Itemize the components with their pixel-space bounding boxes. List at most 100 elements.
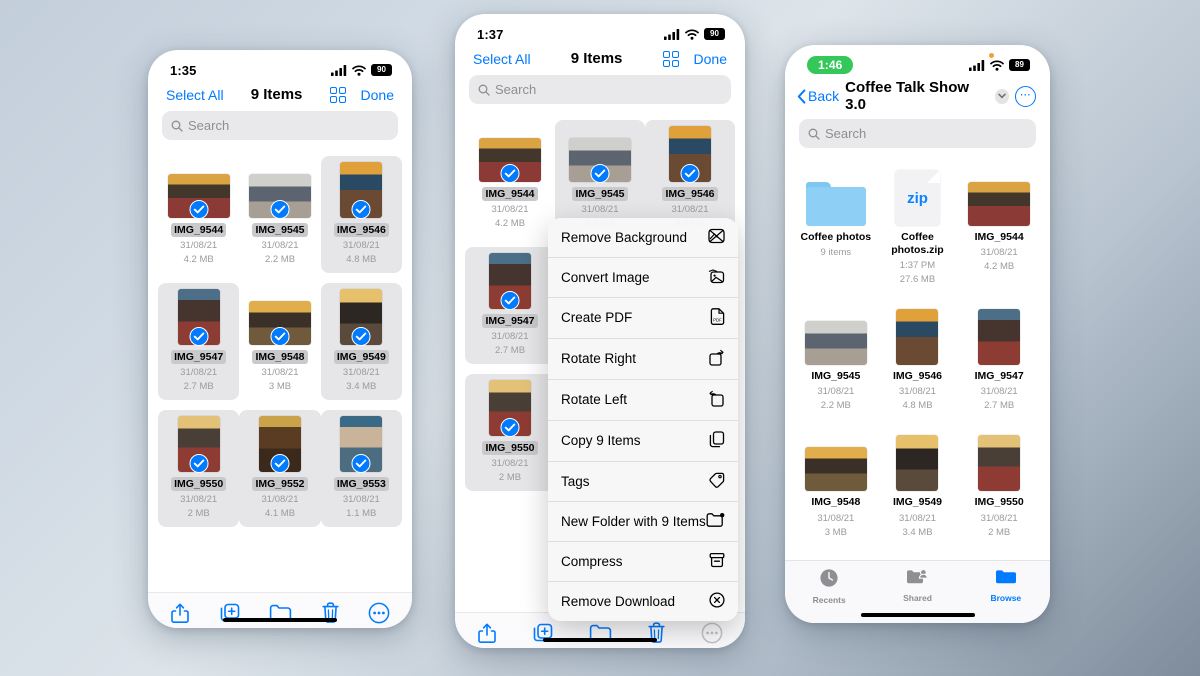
- selection-check-icon[interactable]: [500, 164, 520, 183]
- status-indicators: 90: [331, 64, 392, 76]
- file-size: 2.2 MB: [264, 254, 296, 265]
- tab-recents[interactable]: Recents: [785, 568, 873, 605]
- selection-check-icon[interactable]: [500, 291, 520, 310]
- context-menu-item[interactable]: Convert Image: [548, 258, 738, 298]
- selection-check-icon[interactable]: [189, 454, 209, 473]
- file-cell[interactable]: IMG_9548 31/08/21 3 MB: [239, 283, 320, 400]
- nav-bar: Back Coffee Talk Show 3.0 ⋯: [785, 77, 1050, 119]
- tab-label: Browse: [990, 593, 1022, 603]
- grid-view-icon[interactable]: [662, 50, 680, 67]
- context-menu-item[interactable]: Remove Background: [548, 218, 738, 258]
- file-cell[interactable]: IMG_9552 31/08/21 4.1 MB: [239, 410, 321, 527]
- file-meta-primary: 31/08/21: [817, 386, 855, 398]
- context-menu-item[interactable]: Tags: [548, 462, 738, 502]
- title-with-menu[interactable]: Coffee Talk Show 3.0: [845, 79, 1009, 113]
- selection-check-icon[interactable]: [351, 454, 371, 473]
- file-cell[interactable]: IMG_9545 31/08/21 2.2 MB: [795, 303, 877, 419]
- shared-folder-icon: [906, 568, 929, 591]
- photo-thumbnail: [804, 447, 867, 492]
- file-name: IMG_9544: [482, 187, 538, 201]
- selection-check-icon[interactable]: [680, 164, 700, 183]
- chevron-left-icon: [797, 88, 806, 104]
- wifi-icon: [685, 28, 699, 40]
- thumbnail-wrap: [248, 162, 311, 219]
- file-cell[interactable]: IMG_9549 31/08/21 3.4 MB: [320, 283, 402, 400]
- file-meta-primary: 31/08/21: [899, 512, 936, 524]
- file-cell[interactable]: IMG_9549 31/08/21 3.4 MB: [877, 429, 959, 545]
- file-cell[interactable]: IMG_9545 31/08/21 2.2 MB: [239, 156, 320, 273]
- phone-middle: 1:37 90 Select All 9 Items Done Search I…: [455, 14, 745, 648]
- done-button[interactable]: Done: [361, 87, 394, 103]
- file-cell[interactable]: Coffee photos 9 items: [795, 164, 877, 293]
- thumbnail-wrap: [978, 435, 1021, 492]
- context-menu-item[interactable]: Remove Download: [548, 582, 738, 621]
- thumbnail-wrap: [805, 170, 866, 226]
- selection-check-icon[interactable]: [189, 200, 209, 219]
- file-cell[interactable]: IMG_9548 31/08/21 3 MB: [795, 429, 877, 545]
- zip-file-icon: zip: [894, 170, 940, 226]
- file-grid: IMG_9544 31/08/21 4.2 MB IMG_9545 31/08/21 2.…: [148, 150, 412, 527]
- file-cell[interactable]: IMG_9550 31/08/21 2 MB: [958, 429, 1040, 545]
- thumbnail-wrap: [340, 289, 383, 346]
- file-name: IMG_9553: [333, 477, 389, 491]
- selection-check-icon[interactable]: [189, 327, 209, 346]
- file-name: IMG_9550: [974, 496, 1024, 509]
- copy-icon: [709, 431, 725, 451]
- file-cell[interactable]: IMG_9553 31/08/21 1.1 MB: [320, 410, 402, 527]
- file-cell[interactable]: IMG_9546 31/08/21 4.8 MB: [877, 303, 959, 419]
- file-meta-primary: 31/08/21: [980, 247, 1018, 259]
- selection-check-icon[interactable]: [270, 327, 290, 346]
- file-cell[interactable]: IMG_9546 31/08/21 4.8 MB: [320, 156, 402, 273]
- search-input[interactable]: Search: [799, 119, 1036, 148]
- chevron-down-icon[interactable]: [994, 88, 1009, 104]
- file-cell[interactable]: zip Coffee photos.zip 1:37 PM 27.6 MB: [877, 164, 959, 293]
- search-input[interactable]: Search: [162, 111, 398, 140]
- select-all-button[interactable]: Select All: [473, 51, 531, 67]
- context-menu-item[interactable]: New Folder with 9 Items: [548, 502, 738, 542]
- status-bar: 1:37 90: [455, 14, 745, 46]
- folder-icon: [995, 568, 1017, 591]
- cellular-icon: [969, 59, 985, 71]
- context-menu-item[interactable]: Rotate Right: [548, 339, 738, 380]
- done-button[interactable]: Done: [694, 51, 727, 67]
- tab-browse[interactable]: Browse: [962, 568, 1050, 605]
- file-cell[interactable]: IMG_9550 31/08/21 2 MB: [465, 374, 555, 491]
- selection-check-icon[interactable]: [270, 200, 290, 219]
- file-cell[interactable]: IMG_9547 31/08/21 2.7 MB: [958, 303, 1040, 419]
- selection-check-icon[interactable]: [351, 200, 371, 219]
- file-meta-secondary: 2 MB: [988, 526, 1011, 538]
- thumbnail-wrap: zip: [894, 170, 940, 226]
- file-meta-secondary: 2.7 MB: [984, 400, 1015, 412]
- photo-thumbnail: [978, 435, 1021, 492]
- thumbnail-wrap: [669, 126, 711, 183]
- compress-icon: [709, 552, 725, 571]
- grid-view-icon[interactable]: [329, 86, 347, 103]
- page-title: 9 Items: [570, 50, 623, 67]
- file-cell[interactable]: IMG_9544 31/08/21 4.2 MB: [958, 164, 1040, 293]
- selection-check-icon[interactable]: [500, 418, 520, 437]
- context-menu-item[interactable]: Copy 9 Items: [548, 421, 738, 462]
- tab-shared[interactable]: Shared: [873, 568, 961, 605]
- file-date: 31/08/21: [491, 204, 529, 215]
- file-cell[interactable]: IMG_9544 31/08/21 4.2 MB: [158, 156, 239, 273]
- file-cell[interactable]: IMG_9550 31/08/21 2 MB: [158, 410, 240, 527]
- selection-check-icon[interactable]: [270, 454, 290, 473]
- search-input[interactable]: Search: [469, 75, 731, 104]
- file-cell[interactable]: IMG_9547 31/08/21 2.7 MB: [158, 283, 240, 400]
- context-menu-item[interactable]: Rotate Left: [548, 380, 738, 421]
- file-name: IMG_9547: [974, 370, 1024, 383]
- select-all-button[interactable]: Select All: [166, 87, 224, 103]
- context-menu-item[interactable]: Create PDF PDF: [548, 298, 738, 339]
- file-meta-secondary: 3 MB: [824, 526, 847, 538]
- file-name: IMG_9545: [811, 370, 861, 383]
- selection-check-icon[interactable]: [351, 327, 371, 346]
- back-button[interactable]: Back: [797, 88, 839, 104]
- thumbnail-wrap: [258, 416, 301, 473]
- nav-bar: Select All 9 Items Done: [148, 82, 412, 111]
- selection-check-icon[interactable]: [590, 164, 610, 183]
- context-menu-item[interactable]: Compress: [548, 542, 738, 582]
- file-size: 3 MB: [268, 381, 292, 392]
- more-circle-icon[interactable]: ⋯: [1015, 85, 1036, 107]
- file-cell[interactable]: IMG_9544 31/08/21 4.2 MB: [465, 120, 555, 237]
- file-cell[interactable]: IMG_9547 31/08/21 2.7 MB: [465, 247, 555, 364]
